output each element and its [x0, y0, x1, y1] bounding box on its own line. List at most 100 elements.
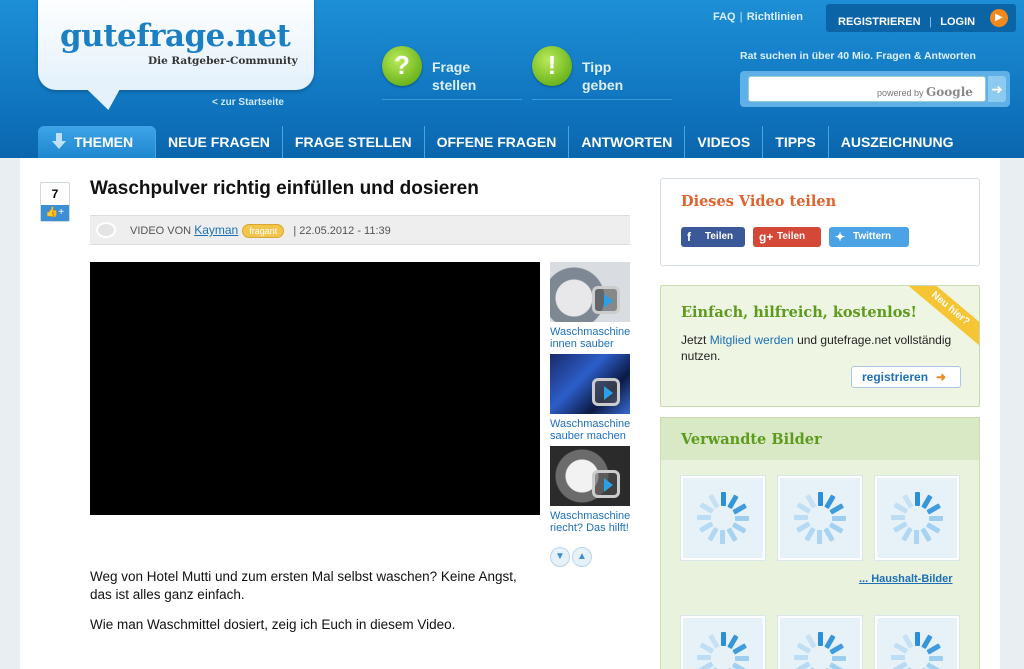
related-images-box: Verwandte Bilder ... Haushalt-Bilder [660, 417, 980, 669]
video-thumbnail[interactable] [550, 446, 630, 506]
search-tagline: Rat suchen in über 40 Mio. Fragen & Antw… [740, 50, 976, 62]
signup-title: Einfach, hilfreich, kostenlos! [681, 304, 917, 321]
loading-spinner-icon [697, 632, 749, 669]
exclamation-icon: ! [532, 46, 572, 86]
faq-link[interactable]: FAQ [713, 11, 736, 23]
arrow-right-icon: ➜ [935, 370, 946, 384]
facebook-share-button[interactable]: f Teilen [681, 227, 745, 247]
signup-text-before: Jetzt [681, 333, 707, 347]
auth-box: REGISTRIEREN | LOGIN ▶ [826, 4, 1016, 32]
powered-by-label: powered by [877, 88, 924, 98]
vote-count: 7 [51, 187, 59, 201]
loading-spinner-icon [891, 492, 943, 544]
image-tile[interactable] [778, 476, 862, 560]
related-video-item[interactable]: Waschmaschine riecht? Das hilft! [550, 446, 630, 534]
twitter-share-button[interactable]: ✦ Twittern [829, 227, 909, 247]
avatar [96, 222, 116, 238]
give-tip-label-line1: Tipp [582, 59, 612, 75]
question-mark-icon: ? [382, 46, 422, 86]
related-video-caption[interactable]: Waschmaschine innen sauber [550, 326, 630, 350]
register-link[interactable]: REGISTRIEREN [838, 16, 921, 28]
video-player[interactable] [90, 262, 540, 515]
loading-spinner-icon [794, 632, 846, 669]
main-nav: THEMEN NEUE FRAGEN FRAGE STELLEN OFFENE … [38, 126, 966, 158]
related-video-caption[interactable]: Waschmaschine sauber machen [550, 418, 630, 442]
signup-text: Jetzt Mitglied werden und gutefrage.net … [681, 332, 961, 364]
video-thumbnail[interactable] [550, 262, 630, 322]
google-plus-share-button[interactable]: g+ Teilen [753, 227, 821, 247]
home-link[interactable]: < zur Startseite [212, 97, 284, 108]
google-share-label: Teilen [777, 231, 806, 242]
register-button[interactable]: registrieren ➜ [851, 366, 961, 388]
search-box: powered by Google ➜ [740, 71, 1010, 107]
nav-item-themen[interactable]: THEMEN [38, 126, 156, 158]
twitter-share-label: Twittern [853, 231, 892, 242]
main-content: 7 👍+ Waschpulver richtig einfüllen und d… [20, 158, 1000, 669]
image-tile[interactable] [681, 476, 765, 560]
image-tile[interactable] [681, 616, 765, 669]
household-images-link[interactable]: ... Haushalt-Bilder [859, 573, 953, 585]
thumbs-up-icon[interactable]: 👍+ [41, 205, 69, 221]
nav-item-tipps[interactable]: TIPPS [763, 126, 829, 158]
related-images-header: Verwandte Bilder [661, 418, 979, 460]
search-input[interactable]: powered by Google [748, 76, 986, 102]
arrow-down-icon [52, 133, 66, 149]
facebook-icon: f [687, 230, 691, 244]
search-submit-button[interactable]: ➜ [988, 76, 1006, 102]
site-header: gutefrage.net Die Ratgeber-Community < z… [0, 0, 1024, 158]
video-thumbnail[interactable] [550, 354, 630, 414]
arrow-up-icon[interactable]: ▲ [572, 547, 592, 567]
play-icon[interactable] [592, 286, 620, 314]
signup-box: Neu hier? Einfach, hilfreich, kostenlos!… [660, 285, 980, 407]
separator: | [739, 11, 743, 23]
related-video-caption[interactable]: Waschmaschine riecht? Das hilft! [550, 510, 630, 534]
author-link[interactable]: Kayman [194, 223, 238, 237]
post-meta: VIDEO VON Kayman fragant | 22.05.2012 - 1… [90, 215, 630, 245]
separator: | [928, 16, 932, 28]
post-date: | 22.05.2012 - 11:39 [293, 225, 391, 237]
video-pager: ▼ ▲ [550, 546, 594, 567]
become-member-link[interactable]: Mitglied werden [710, 333, 794, 347]
description-paragraph: Weg von Hotel Mutti und zum ersten Mal s… [90, 569, 517, 602]
share-title: Dieses Video teilen [681, 193, 837, 210]
ask-question-label-line2: stellen [432, 77, 477, 93]
twitter-icon: ✦ [835, 230, 846, 244]
related-video-item[interactable]: Waschmaschine sauber machen [550, 354, 630, 442]
loading-spinner-icon [891, 632, 943, 669]
related-images-title: Verwandte Bilder [681, 431, 822, 448]
ask-question-button[interactable]: ? Frage stellen [382, 44, 522, 100]
nav-item-videos[interactable]: VIDEOS [685, 126, 764, 158]
nav-item-frage-stellen[interactable]: FRAGE STELLEN [283, 126, 425, 158]
play-icon[interactable] [592, 470, 620, 498]
status-badge: fragant [242, 224, 285, 238]
image-tile[interactable] [875, 476, 959, 560]
vote-box: 7 👍+ [40, 182, 70, 222]
login-arrow-icon[interactable]: ▶ [990, 9, 1008, 27]
login-link[interactable]: LOGIN [940, 16, 975, 28]
nav-item-offene-fragen[interactable]: OFFENE FRAGEN [425, 126, 570, 158]
nav-item-auszeichnung[interactable]: AUSZEICHNUNG [829, 126, 966, 158]
meta-prefix: VIDEO VON [130, 225, 192, 237]
image-tile[interactable] [778, 616, 862, 669]
give-tip-button[interactable]: ! Tipp geben [532, 44, 672, 100]
image-tile[interactable] [875, 616, 959, 669]
loading-spinner-icon [794, 492, 846, 544]
site-slogan: Die Ratgeber-Community [148, 55, 298, 67]
post-description: Weg von Hotel Mutti und zum ersten Mal s… [90, 568, 520, 646]
nav-item-antworten[interactable]: ANTWORTEN [569, 126, 686, 158]
guidelines-link[interactable]: Richtlinien [747, 11, 803, 23]
nav-item-neue-fragen[interactable]: NEUE FRAGEN [156, 126, 283, 158]
nav-label: THEMEN [74, 134, 134, 150]
page-title: Waschpulver richtig einfüllen und dosier… [90, 178, 479, 199]
top-links: FAQ | Richtlinien [713, 11, 803, 31]
related-video-item[interactable]: Waschmaschine innen sauber [550, 262, 630, 350]
play-icon[interactable] [592, 378, 620, 406]
description-paragraph: Wie man Waschmittel dosiert, zeig ich Eu… [90, 617, 456, 632]
ask-question-label-line1: Frage [432, 59, 471, 75]
arrow-down-icon[interactable]: ▼ [550, 547, 570, 567]
facebook-share-label: Teilen [705, 231, 734, 242]
site-logo[interactable]: gutefrage.net [60, 18, 291, 54]
share-box: Dieses Video teilen f Teilen g+ Teilen ✦ Tw… [660, 178, 980, 266]
give-tip-label-line2: geben [582, 77, 624, 93]
register-button-label: registrieren [862, 370, 929, 384]
